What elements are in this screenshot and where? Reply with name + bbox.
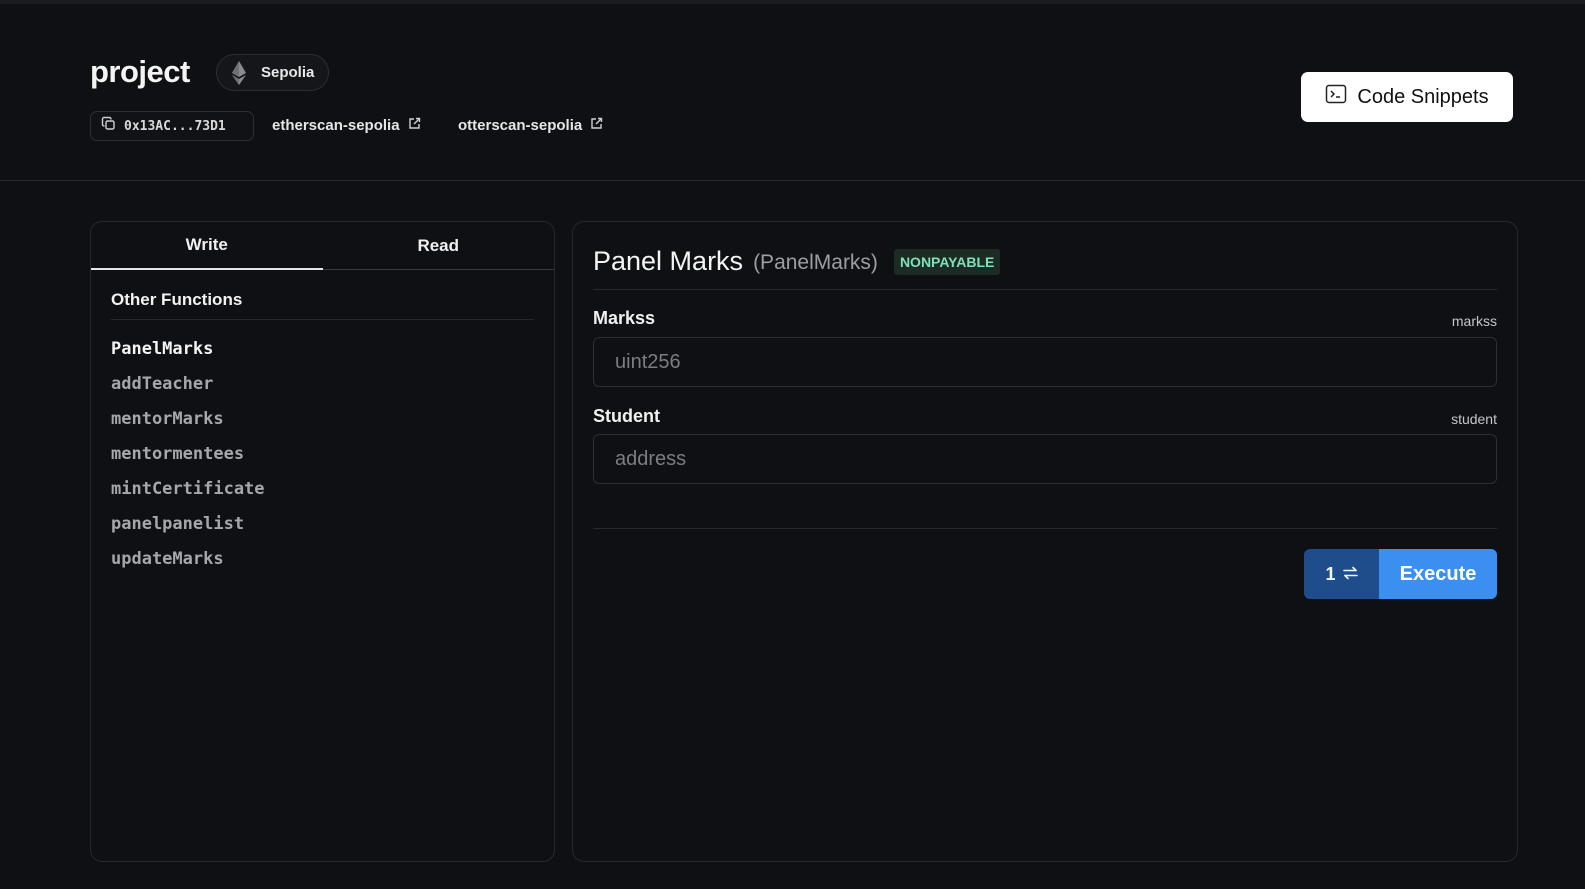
execute-group: 1 Execute (1304, 549, 1497, 599)
function-name: (PanelMarks) (753, 251, 878, 274)
contract-address: 0x13AC...73D1 (124, 118, 226, 134)
copy-icon (101, 116, 116, 136)
student-param-name: student (1451, 411, 1497, 427)
tab-read[interactable]: Read (323, 222, 555, 269)
code-snippets-label: Code Snippets (1357, 85, 1489, 108)
function-list: PanelMarks addTeacher mentorMarks mentor… (111, 337, 534, 582)
external-link-icon (590, 117, 603, 134)
form-divider (593, 528, 1497, 529)
student-label: Student (593, 406, 660, 426)
copy-address-button[interactable]: 0x13AC...73D1 (90, 111, 254, 141)
markss-input[interactable] (593, 337, 1497, 387)
function-item-mintcertificate[interactable]: mintCertificate (111, 477, 534, 512)
tx-count: 1 (1325, 563, 1336, 584)
function-tabs: Write Read (91, 222, 554, 270)
markss-label: Markss (593, 308, 656, 328)
network-name: Sepolia (261, 64, 315, 81)
state-mutability-badge: NONPAYABLE (893, 249, 1001, 275)
function-header: Panel Marks (PanelMarks) NONPAYABLE (593, 244, 1497, 290)
function-item-panelpanelist[interactable]: panelpanelist (111, 512, 534, 547)
network-badge: Sepolia (216, 54, 329, 91)
code-snippets-button[interactable]: Code Snippets (1301, 72, 1513, 122)
function-item-mentormentees[interactable]: mentormentees (111, 442, 534, 477)
etherscan-link-label: etherscan-sepolia (272, 117, 400, 134)
function-item-updatemarks[interactable]: updateMarks (111, 547, 534, 582)
student-input[interactable] (593, 434, 1497, 484)
function-item-addteacher[interactable]: addTeacher (111, 372, 534, 407)
section-title: Other Functions (111, 290, 534, 320)
otterscan-link-label: otterscan-sepolia (458, 117, 583, 134)
function-form: Panel Marks (PanelMarks) NONPAYABLE Mark… (572, 221, 1518, 862)
function-item-mentormarks[interactable]: mentorMarks (111, 407, 534, 442)
markss-param-name: markss (1451, 313, 1497, 329)
tx-count-button[interactable]: 1 (1304, 549, 1379, 599)
function-item-panelmarks[interactable]: PanelMarks (111, 337, 534, 372)
tab-write[interactable]: Write (91, 222, 323, 270)
terminal-icon (1325, 84, 1347, 110)
ethereum-icon (229, 60, 249, 86)
function-title: Panel Marks (593, 246, 744, 276)
swap-arrows-icon (1342, 564, 1358, 585)
contract-header: project Sepolia 0x13AC...73D1 etherscan-… (0, 4, 1585, 181)
functions-sidebar: Write Read Other Functions PanelMarks ad… (90, 221, 555, 862)
page-title: project (90, 54, 190, 89)
etherscan-link[interactable]: etherscan-sepolia (272, 117, 421, 134)
execute-button[interactable]: Execute (1379, 549, 1497, 599)
external-link-icon (408, 117, 421, 134)
otterscan-link[interactable]: otterscan-sepolia (458, 117, 603, 134)
